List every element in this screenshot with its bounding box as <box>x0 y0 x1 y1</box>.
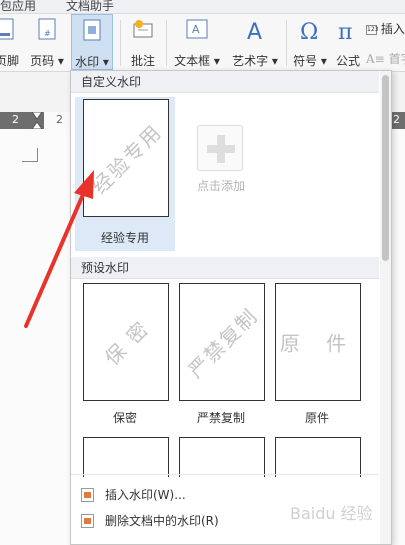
page-number-icon: # <box>38 18 56 40</box>
tab-strip: 包应用 文档助手 <box>0 0 405 14</box>
svg-text:#: # <box>44 29 51 38</box>
preset-watermark-header: 预设水印 <box>71 257 379 279</box>
wordart-button[interactable]: A 艺术字 ▾ <box>226 14 284 70</box>
svg-text:Ω: Ω <box>300 20 318 42</box>
symbol-button[interactable]: Ω 符号 ▾ <box>290 14 330 70</box>
preset-watermark-item[interactable]: 原 件 原件 <box>267 281 367 431</box>
textbox-button[interactable]: A 文本框 ▾ <box>172 14 222 70</box>
footer-icon <box>0 18 14 40</box>
ribbon-divider <box>120 20 121 66</box>
formula-button[interactable]: π 公式 <box>332 14 364 70</box>
number-icon: 123 <box>366 24 379 35</box>
page-corner-mark <box>22 148 38 162</box>
remove-watermark-icon <box>81 514 94 528</box>
image-watermark-logo: Baidu 经验 <box>290 504 373 523</box>
preset-watermark-item[interactable]: 严禁复制 严禁复制 <box>171 281 271 431</box>
watermark-preview: 原 件 <box>275 283 361 401</box>
custom-watermark-header: 自定义水印 <box>71 71 379 93</box>
pi-icon: π <box>338 20 352 42</box>
svg-text:π: π <box>338 20 352 42</box>
tab-doc-assistant[interactable]: 文档助手 <box>66 0 114 13</box>
watermark-preview[interactable] <box>83 437 169 477</box>
watermark-preview: 保 密 <box>83 283 169 401</box>
watermark-icon <box>83 19 101 41</box>
preset-watermark-item[interactable]: 保 密 保密 <box>75 281 175 431</box>
tab-apps[interactable]: 包应用 <box>0 0 36 13</box>
ribbon-divider <box>166 20 167 66</box>
comment-icon <box>133 20 153 38</box>
insert-ribbon: 页脚 # 页码 ▾ 水印 ▾ 批注 A 文本框 ▾ A 艺术字 ▾ Ω 符号 ▾… <box>0 14 405 72</box>
watermark-preview[interactable] <box>275 437 361 477</box>
page-number-button[interactable]: # 页码 ▾ <box>26 14 68 70</box>
indent-marker-icon[interactable] <box>31 112 43 129</box>
textbox-icon: A <box>186 19 208 39</box>
comment-button[interactable]: 批注 <box>126 14 160 70</box>
watermark-preview: 严禁复制 <box>179 283 265 401</box>
wordart-icon: A <box>247 20 262 42</box>
drop-cap-button[interactable]: A≡ 首字 <box>366 50 405 67</box>
dropdown-scrollbar[interactable] <box>380 71 391 544</box>
footer-button[interactable]: 页脚 <box>0 14 22 70</box>
menu-divider <box>71 474 379 475</box>
add-watermark-button[interactable] <box>197 125 243 171</box>
svg-text:A: A <box>192 23 200 36</box>
custom-watermark-item[interactable]: 经验专用 经验专用 <box>75 97 175 251</box>
watermark-preview[interactable] <box>179 437 265 477</box>
watermark-preview: 经验专用 <box>83 99 169 217</box>
omega-icon: Ω <box>300 20 318 42</box>
ribbon-divider <box>286 20 287 66</box>
insert-watermark-icon <box>81 488 94 502</box>
drop-cap-icon: A≡ <box>366 52 385 66</box>
add-watermark-label: 点击添加 <box>196 179 245 193</box>
svg-text:A: A <box>247 20 262 42</box>
insert-number-button[interactable]: 123 插入 <box>366 20 405 37</box>
watermark-button[interactable]: 水印 ▾ <box>71 14 113 70</box>
watermark-dropdown: 自定义水印 经验专用 经验专用 点击添加 预设水印 保 密 保密 严禁复制 严禁… <box>70 70 392 545</box>
scrollbar-thumb[interactable] <box>382 75 389 261</box>
